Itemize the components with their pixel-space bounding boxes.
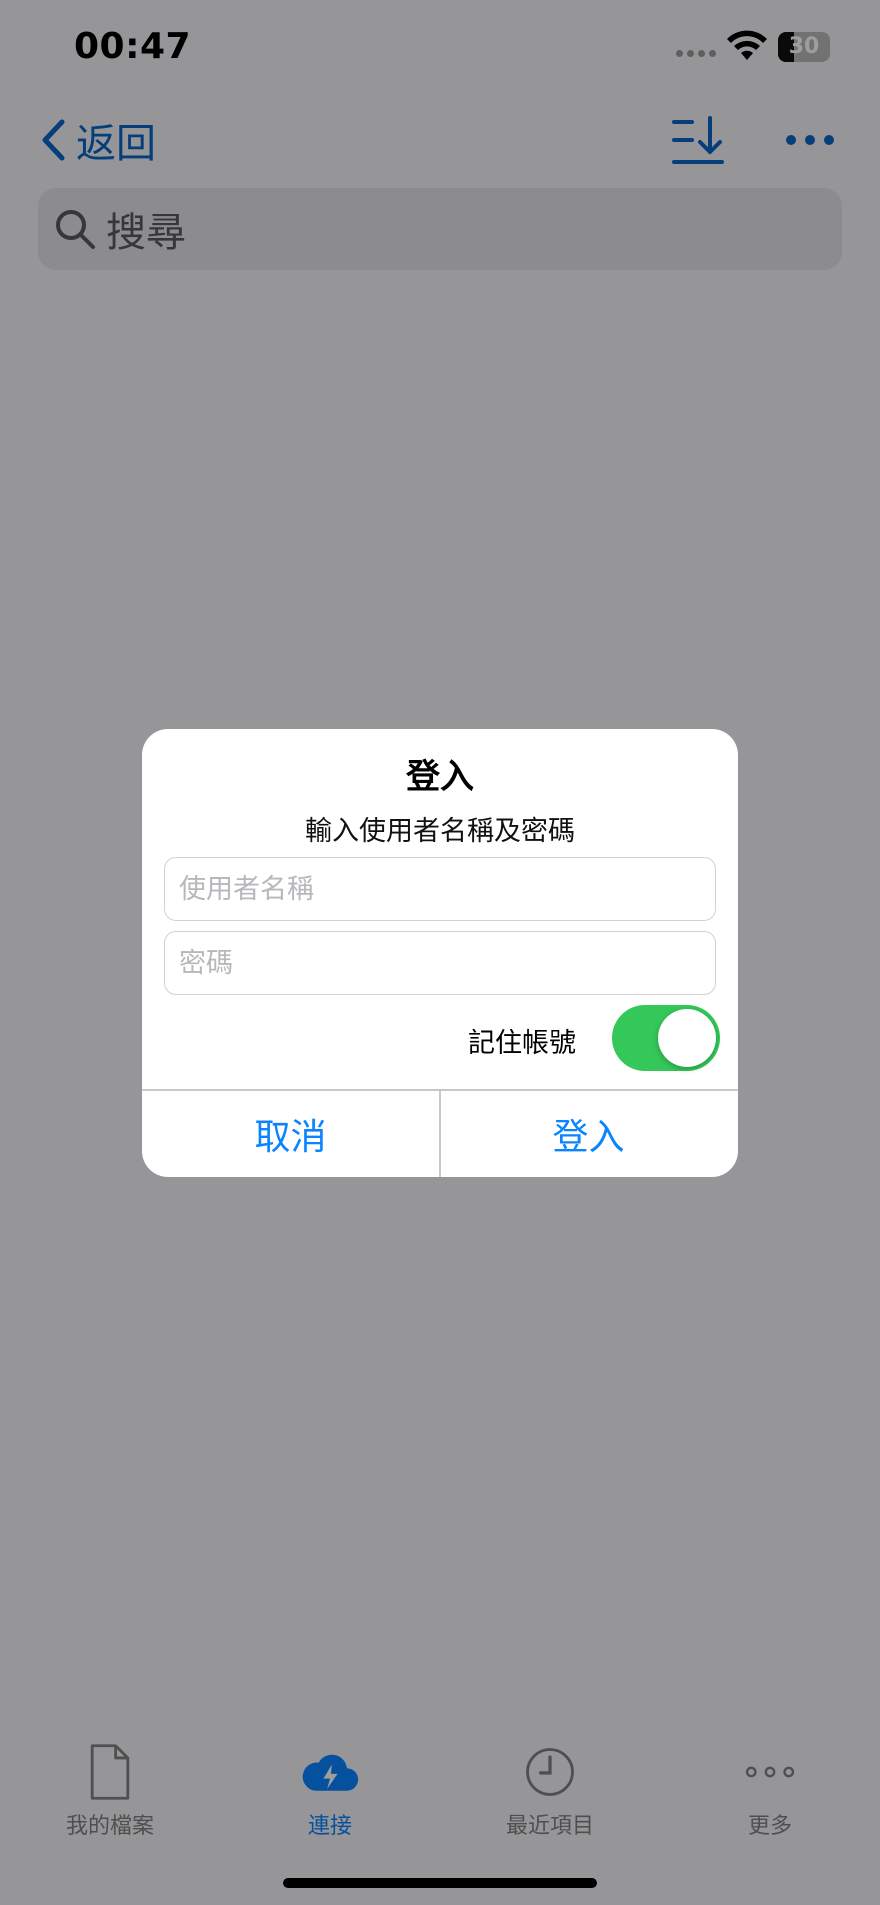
remember-account-toggle[interactable]: [612, 1005, 720, 1071]
dialog-message: 輸入使用者名稱及密碼: [305, 816, 575, 847]
remember-account-label: 記住帳號: [468, 1028, 576, 1059]
password-field[interactable]: [164, 931, 716, 995]
username-field[interactable]: [164, 857, 716, 921]
toggle-knob: [658, 1009, 716, 1067]
login-dialog: 登入 輸入使用者名稱及密碼 記住帳號 取消 登入: [142, 729, 738, 1177]
cancel-button[interactable]: 取消: [142, 1090, 439, 1177]
login-button[interactable]: 登入: [440, 1090, 737, 1177]
dialog-title: 登入: [406, 757, 474, 797]
